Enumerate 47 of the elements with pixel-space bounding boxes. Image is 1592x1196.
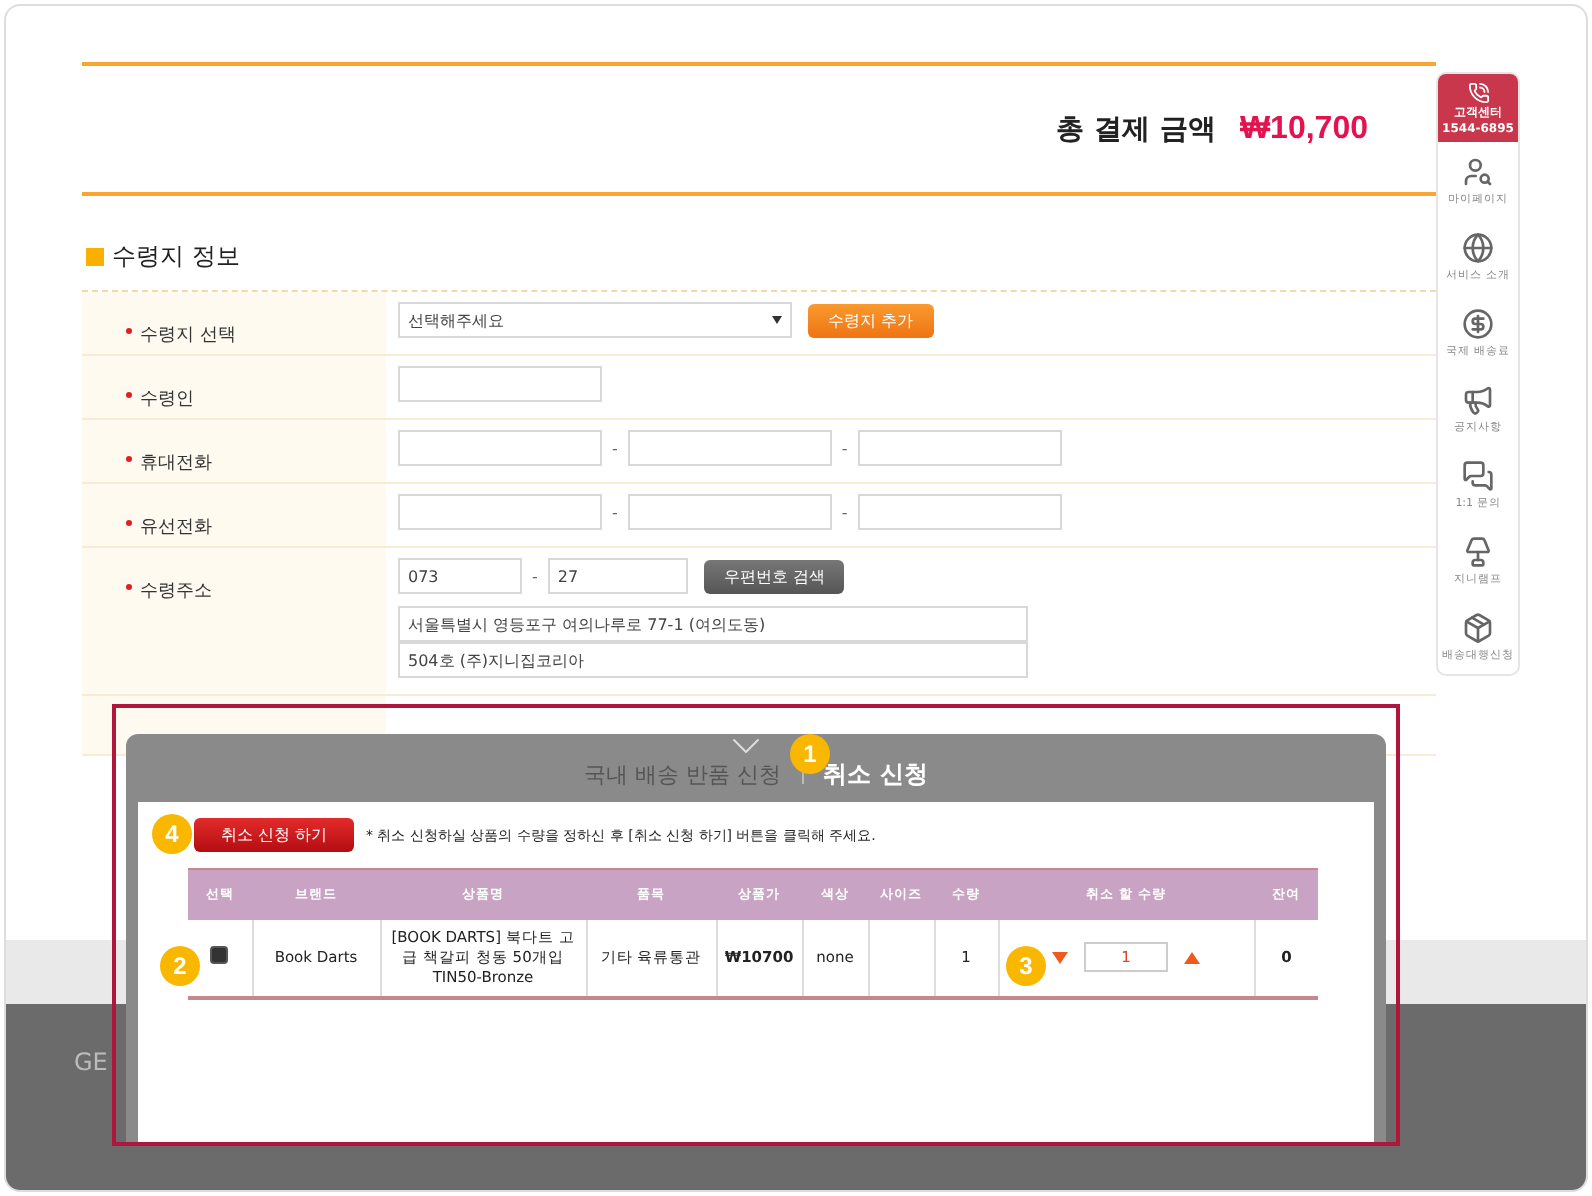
add-address-button[interactable]: 수령지 추가 [808,303,934,337]
field-label: 휴대전화 [140,454,212,474]
increase-icon[interactable] [1184,951,1200,963]
required-dot-icon [126,456,132,463]
input-field[interactable] [857,494,1062,530]
dash-separator: - [612,439,618,457]
lamp-icon [1462,535,1494,567]
address-field[interactable]: 서울특별시 영등포구 여의나루로 77-1 (여의도동) [398,606,1028,642]
megaphone-icon [1462,383,1494,415]
input-field[interactable] [857,430,1062,466]
footer-text: GE [74,1048,108,1076]
dash-separator: - [612,503,618,521]
field-label: 유선전화 [140,518,212,538]
required-dot-icon [126,392,132,399]
dash-separator: - [841,439,848,457]
section-marker-icon [86,248,104,266]
chat-icon [1462,459,1494,491]
globe-icon [1462,231,1494,263]
input-field[interactable] [627,430,832,466]
address-field[interactable]: 504호 (주)지니집코리아 [398,642,1028,678]
dash-separator: - [532,567,538,585]
field-label: 수령인 [140,390,194,410]
dollar-icon [1462,307,1494,339]
zip-field[interactable]: 073 [398,558,522,594]
section-title: 수령지 정보 [112,240,240,274]
input-field[interactable] [398,494,602,530]
checkbox[interactable] [210,946,229,964]
total-amount: ₩10,700 [1239,111,1368,147]
input-field[interactable] [627,494,832,530]
required-dot-icon [126,328,132,335]
decrease-icon[interactable] [1052,951,1068,963]
phone-icon [1467,82,1489,104]
cancel-request-button[interactable]: 취소 신청 하기 [194,818,354,852]
required-dot-icon [126,520,132,527]
total-label: 총 결제 금액 [1056,111,1216,147]
box-icon [1462,611,1494,643]
dropdown-arrow-icon [772,316,782,324]
input-field[interactable] [398,430,602,466]
postcode-search-button[interactable]: 우편번호 검색 [703,559,845,593]
required-dot-icon [126,584,132,591]
field-label: 수령지 선택 [140,326,236,346]
zip-field[interactable]: 27 [547,558,688,594]
field-label: 수령주소 [140,582,212,602]
user-search-icon [1462,155,1494,187]
select-field[interactable]: 선택해주세요 [398,302,792,338]
input-field[interactable] [398,366,602,402]
dash-separator: - [841,503,848,521]
